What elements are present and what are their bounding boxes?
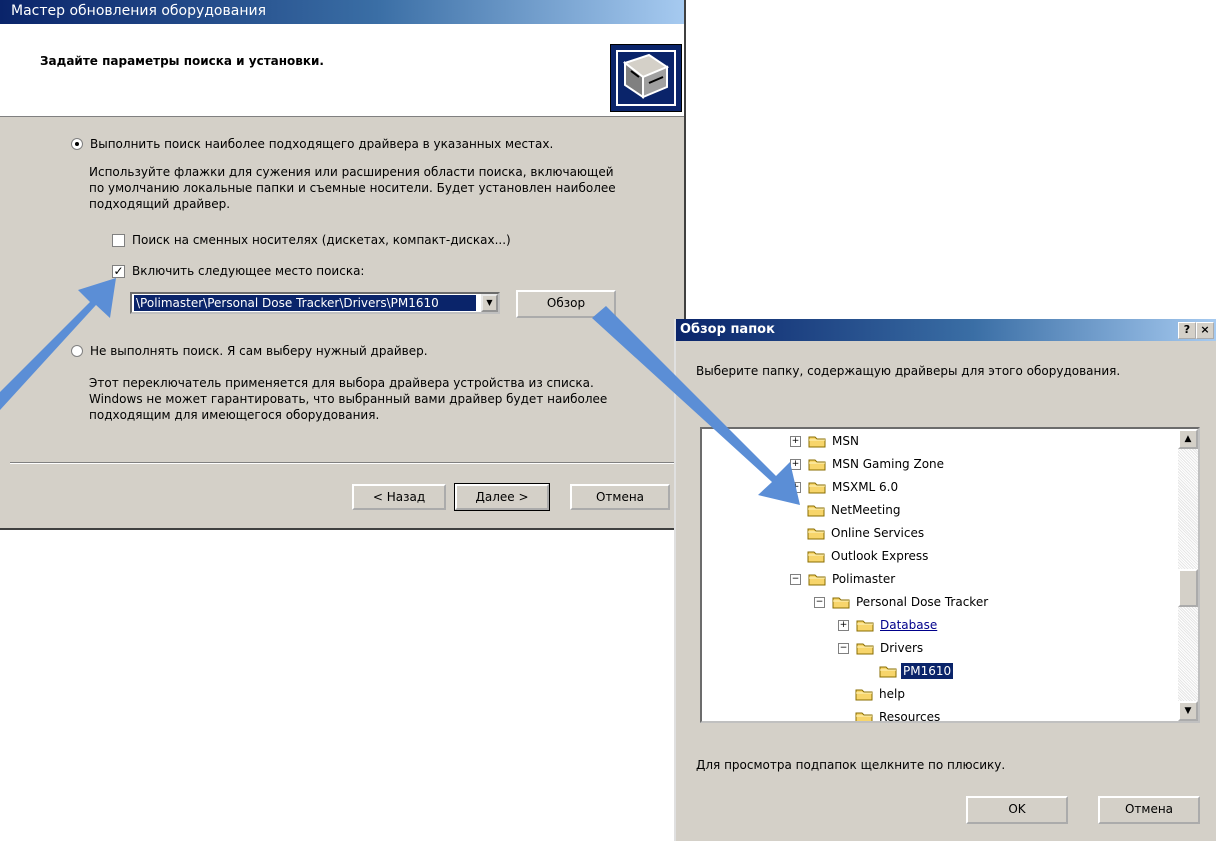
removable-media-checkbox[interactable] [112,233,125,247]
browse-hint: Для просмотра подпапок щелкните по плюси… [696,758,1006,772]
folder-icon [879,664,897,678]
browse-title-bar[interactable]: Обзор папок ? × [676,319,1216,341]
tree-node-label[interactable]: MSN [830,433,861,449]
next-button[interactable]: Далее > [454,483,550,511]
folder-icon [855,710,873,721]
search-description-line: Используйте флажки для сужения или расши… [89,165,614,179]
browse-folders-dialog: Обзор папок ? × Выберите папку, содержащ… [674,319,1216,841]
manual-description: Этот переключатель применяется для выбор… [89,375,607,423]
folder-icon [808,572,826,586]
include-location-row[interactable]: ✓ Включить следующее место поиска: [112,264,364,278]
cancel-button[interactable]: Отмена [570,484,670,510]
tree-node[interactable]: + MSN Gaming Zone [790,454,946,474]
tree-node[interactable]: Outlook Express [790,546,930,566]
include-location-checkbox[interactable]: ✓ [112,264,125,278]
browse-cancel-button[interactable]: Отмена [1098,796,1200,824]
tree-node[interactable]: Resources [838,707,942,721]
tree-node-label[interactable]: NetMeeting [829,502,902,518]
wizard-title-bar[interactable]: Мастер обновления оборудования [0,0,684,24]
wizard-title: Мастер обновления оборудования [11,3,267,19]
tree-node-label[interactable]: Polimaster [830,571,897,587]
chevron-down-icon[interactable]: ▼ [481,294,498,312]
tree-node[interactable]: PM1610 [862,661,954,681]
browse-title: Обзор папок [680,322,775,337]
folder-icon [856,641,874,655]
tree-node[interactable]: NetMeeting [790,500,902,520]
search-description-line: подходящий драйвер. [89,197,231,211]
tree-node[interactable]: − Drivers [838,638,925,658]
folder-icon [808,434,826,448]
folder-icon [807,526,825,540]
wizard-header: Задайте параметры поиска и установки. [0,24,684,117]
folder-icon [856,618,874,632]
location-value[interactable]: \Polimaster\Personal Dose Tracker\Driver… [134,295,476,311]
collapse-icon[interactable]: − [814,596,825,608]
manual-description-line: Этот переключатель применяется для выбор… [89,376,594,390]
location-combobox[interactable]: \Polimaster\Personal Dose Tracker\Driver… [130,292,500,314]
folder-icon [808,480,826,494]
search-option-radio[interactable] [71,138,83,150]
tree-node[interactable]: − Personal Dose Tracker [814,592,990,612]
collapse-icon[interactable]: − [838,642,849,654]
tree-node[interactable]: help [838,684,907,704]
tree-node-label[interactable]: Database [878,617,939,633]
scroll-down-button[interactable]: ▼ [1178,701,1198,721]
folder-icon [832,595,850,609]
tree-node[interactable]: + Database [838,615,939,635]
tree-node-label[interactable]: MSN Gaming Zone [830,456,946,472]
tree-node[interactable]: + MSN [790,431,861,451]
folder-icon [808,457,826,471]
search-description: Используйте флажки для сужения или расши… [89,164,616,212]
hardware-update-wizard-window: Мастер обновления оборудования Задайте п… [0,0,686,530]
expand-icon[interactable]: + [790,435,801,447]
expand-icon[interactable]: + [790,458,801,470]
help-button[interactable]: ? [1178,322,1196,339]
removable-media-row[interactable]: Поиск на сменных носителях (дискетах, ко… [112,233,511,247]
tree-node-label[interactable]: Resources [877,709,942,721]
browse-prompt: Выберите папку, содержащую драйверы для … [696,364,1121,378]
tree-node-label[interactable]: Outlook Express [829,548,930,564]
tree-node[interactable]: − Polimaster [790,569,897,589]
ok-button[interactable]: OK [966,796,1068,824]
expand-icon[interactable]: + [838,619,849,631]
manual-option-row[interactable]: Не выполнять поиск. Я сам выберу нужный … [71,344,428,358]
manual-option-radio[interactable] [71,345,83,357]
tree-node[interactable]: + MSXML 6.0 [790,477,900,497]
tree-node-label[interactable]: Drivers [878,640,925,656]
close-button[interactable]: × [1196,322,1214,339]
folder-icon [855,687,873,701]
tree-node[interactable]: Online Services [790,523,926,543]
folder-icon [807,549,825,563]
scroll-up-button[interactable]: ▲ [1178,429,1198,449]
tree-node-label[interactable]: help [877,686,907,702]
removable-media-label: Поиск на сменных носителях (дискетах, ко… [132,233,511,247]
search-option-label: Выполнить поиск наиболее подходящего дра… [90,137,554,151]
folder-tree[interactable]: + MSN + MSN Gaming Zone + MSXML 6.0 NetMeeting… [700,427,1200,723]
folder-icon [807,503,825,517]
wizard-separator [10,462,680,464]
expand-icon[interactable]: + [790,481,801,493]
scroll-thumb[interactable] [1178,569,1198,607]
collapse-icon[interactable]: − [790,573,801,585]
search-option-row[interactable]: Выполнить поиск наиболее подходящего дра… [71,137,553,151]
tree-scrollbar[interactable]: ▲ ▼ [1178,429,1198,721]
hardware-icon [610,44,682,112]
search-description-line: по умолчанию локальные папки и съемные н… [89,181,616,195]
manual-option-label: Не выполнять поиск. Я сам выберу нужный … [90,344,428,358]
wizard-heading: Задайте параметры поиска и установки. [40,54,324,68]
tree-node-label[interactable]: MSXML 6.0 [830,479,900,495]
tree-node-label[interactable]: PM1610 [901,663,954,679]
back-button[interactable]: < Назад [352,484,446,510]
tree-node-label[interactable]: Online Services [829,525,926,541]
manual-description-line: подходящим для имеющегося оборудования. [89,408,380,422]
manual-description-line: Windows не может гарантировать, что выбр… [89,392,608,406]
browse-button[interactable]: Обзор [516,290,616,318]
include-location-label: Включить следующее место поиска: [132,264,365,278]
tree-node-label[interactable]: Personal Dose Tracker [854,594,990,610]
